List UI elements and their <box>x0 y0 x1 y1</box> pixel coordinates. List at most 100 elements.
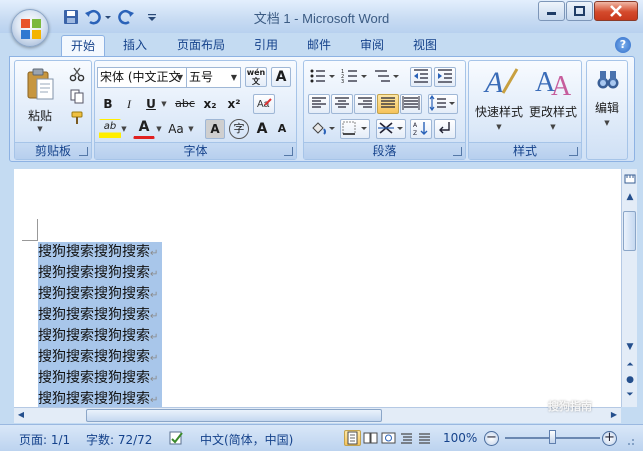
font-launcher-icon[interactable] <box>284 147 293 156</box>
document-line[interactable]: 搜狗搜索搜狗搜索↵ <box>38 242 162 263</box>
clipboard-launcher-icon[interactable] <box>79 147 88 156</box>
document-line[interactable]: 搜狗搜索搜狗搜索↵ <box>38 305 162 326</box>
document-line[interactable]: 搜狗搜索搜狗搜索↵ <box>38 263 162 284</box>
borders-icon[interactable] <box>340 119 370 139</box>
justify-icon[interactable] <box>377 94 399 114</box>
previous-page-icon[interactable]: ⏶ <box>624 359 636 371</box>
quick-styles-button[interactable]: A 快速样式 ▼ <box>473 63 525 139</box>
clear-formatting-icon[interactable]: Aa <box>253 94 275 114</box>
tab-mailings[interactable]: 邮件 <box>297 35 341 57</box>
outline-view-icon[interactable] <box>398 430 415 446</box>
decrease-indent-icon[interactable] <box>410 67 432 87</box>
cut-icon[interactable] <box>67 65 87 85</box>
align-left-icon[interactable] <box>308 94 330 114</box>
proofing-icon[interactable] <box>167 430 185 446</box>
copy-icon[interactable] <box>67 87 87 107</box>
horizontal-scroll-thumb[interactable] <box>86 409 382 422</box>
close-button[interactable] <box>594 1 638 21</box>
numbering-icon[interactable]: 123 <box>340 67 370 87</box>
underline-dropdown-icon[interactable]: ▼ <box>160 94 168 114</box>
underline-button[interactable]: U <box>142 94 160 114</box>
paste-button[interactable]: 粘贴 ▼ <box>23 67 57 141</box>
font-color-button[interactable]: A <box>133 119 155 139</box>
tab-references[interactable]: 引用 <box>244 35 288 57</box>
editing-group[interactable]: 编辑 ▼ <box>586 60 628 160</box>
character-shading-button[interactable]: A <box>205 119 225 139</box>
italic-button[interactable]: I <box>120 94 138 114</box>
select-browse-object-icon[interactable]: ● <box>624 374 636 386</box>
distributed-icon[interactable] <box>400 94 422 114</box>
minimize-button[interactable] <box>538 1 565 21</box>
view-ruler-icon[interactable] <box>624 173 636 185</box>
scroll-up-icon[interactable]: ▲ <box>624 191 636 203</box>
tab-page-layout[interactable]: 页面布局 <box>169 35 233 57</box>
scroll-left-icon[interactable]: ◀ <box>16 410 26 421</box>
paragraph-mark-icon: ↵ <box>150 332 159 343</box>
change-case-button[interactable]: Aa <box>165 119 187 139</box>
ribbon-tabs: 开始 插入 页面布局 引用 邮件 审阅 视图 ? <box>0 33 643 57</box>
change-case-dropdown-icon[interactable]: ▼ <box>187 119 195 139</box>
subscript-button[interactable]: x₂ <box>199 94 221 114</box>
font-size-combo[interactable]: 五号 ▼ <box>186 67 241 88</box>
align-right-icon[interactable] <box>354 94 376 114</box>
increase-indent-icon[interactable] <box>434 67 456 87</box>
sort-icon[interactable]: AZ <box>410 119 432 139</box>
zoom-in-button[interactable]: + <box>602 431 617 446</box>
vertical-scroll-thumb[interactable] <box>623 211 636 251</box>
document-line[interactable]: 搜狗搜索搜狗搜索↵ <box>38 347 162 368</box>
document-page[interactable]: 搜狗搜索搜狗搜索↵ 搜狗搜索搜狗搜索↵ 搜狗搜索搜狗搜索↵ 搜狗搜索搜狗搜索↵ … <box>14 169 621 407</box>
zoom-out-button[interactable]: − <box>484 431 499 446</box>
tab-home[interactable]: 开始 <box>61 35 105 57</box>
scroll-right-icon[interactable]: ▶ <box>609 410 619 421</box>
chevron-down-icon: ▼ <box>230 73 238 82</box>
zoom-level[interactable]: 100% <box>443 431 477 445</box>
font-color-dropdown-icon[interactable]: ▼ <box>155 119 163 139</box>
align-center-icon[interactable] <box>331 94 353 114</box>
paragraph-launcher-icon[interactable] <box>453 147 462 156</box>
tab-view[interactable]: 视图 <box>403 35 447 57</box>
language-indicator[interactable]: 中文(简体，中国) <box>200 431 293 448</box>
page-count[interactable]: 页面: 1/1 <box>19 431 70 448</box>
horizontal-scrollbar[interactable]: ◀ ▶ <box>14 407 621 423</box>
print-layout-icon[interactable] <box>344 430 361 446</box>
zoom-slider-thumb[interactable] <box>549 430 556 444</box>
document-line[interactable]: 搜狗搜索搜狗搜索↵ <box>38 284 162 305</box>
document-line[interactable]: 搜狗搜索搜狗搜索↵ <box>38 326 162 347</box>
office-button[interactable] <box>11 9 49 47</box>
strikethrough-button[interactable]: abc <box>173 94 197 114</box>
tab-review[interactable]: 审阅 <box>350 35 394 57</box>
resize-grip-icon[interactable] <box>622 429 636 447</box>
next-page-icon[interactable]: ⏷ <box>624 389 636 401</box>
styles-launcher-icon[interactable] <box>569 147 578 156</box>
enclose-characters-button[interactable]: 字 <box>229 119 249 139</box>
multilevel-list-icon[interactable] <box>372 67 402 87</box>
superscript-button[interactable]: x² <box>223 94 245 114</box>
font-name-combo[interactable]: 宋体 (中文正文 ▼ <box>97 67 187 88</box>
document-line[interactable]: 搜狗搜索搜狗搜索↵ <box>38 368 162 389</box>
restore-button[interactable] <box>566 1 593 21</box>
highlight-dropdown-icon[interactable]: ▼ <box>120 119 128 139</box>
tab-insert[interactable]: 插入 <box>112 35 158 57</box>
highlight-button[interactable]: ab <box>99 119 121 139</box>
phonetic-guide-button[interactable]: wén 文 <box>245 67 267 87</box>
bold-button[interactable]: B <box>99 94 117 114</box>
chinese-layout-icon[interactable] <box>376 119 406 139</box>
line-spacing-icon[interactable] <box>428 94 458 114</box>
word-count[interactable]: 字数: 72/72 <box>86 431 152 448</box>
shading-icon[interactable] <box>308 119 338 139</box>
character-border-button[interactable]: A <box>271 67 291 87</box>
scroll-down-icon[interactable]: ▼ <box>624 341 636 353</box>
format-painter-icon[interactable] <box>67 109 87 129</box>
document-line[interactable]: 搜狗搜索搜狗搜索↵ <box>38 389 162 407</box>
web-layout-icon[interactable] <box>380 430 397 446</box>
vertical-scrollbar[interactable]: ▲ ▼ ⏶ ● ⏷ <box>621 169 637 407</box>
bullets-icon[interactable] <box>308 67 338 87</box>
draft-view-icon[interactable] <box>416 430 433 446</box>
help-icon[interactable]: ? <box>615 37 631 53</box>
document-body[interactable]: 搜狗搜索搜狗搜索↵ 搜狗搜索搜狗搜索↵ 搜狗搜索搜狗搜索↵ 搜狗搜索搜狗搜索↵ … <box>38 242 162 407</box>
grow-font-button[interactable]: A <box>253 119 271 139</box>
full-screen-reading-icon[interactable] <box>362 430 379 446</box>
show-marks-icon[interactable] <box>434 119 456 139</box>
change-styles-button[interactable]: A A 更改样式 ▼ <box>527 63 579 139</box>
shrink-font-button[interactable]: A <box>273 119 291 139</box>
